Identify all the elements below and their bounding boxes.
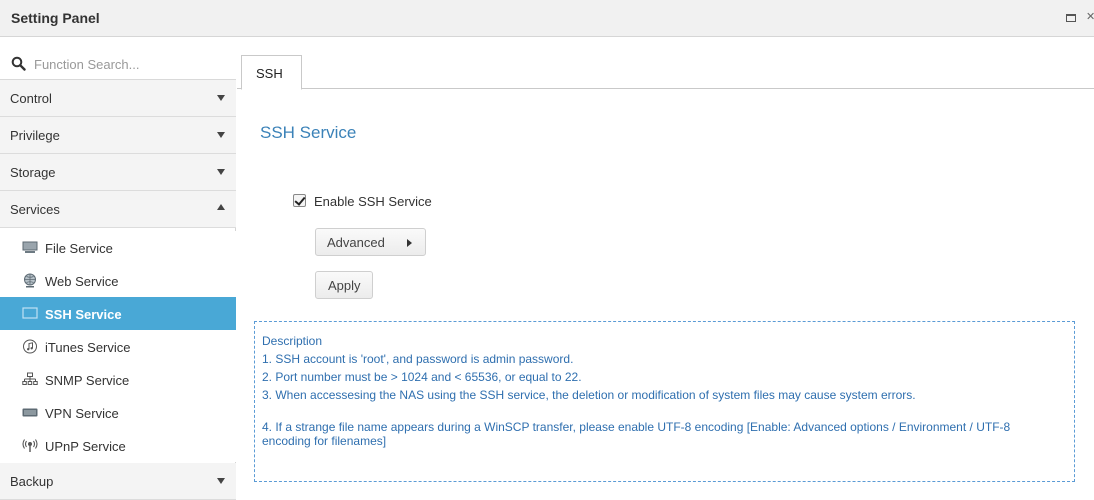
chevron-up-icon [217,204,225,210]
sidebar-item-label: Web Service [45,274,119,289]
section-title: SSH Service [260,123,357,142]
description-line: 1. SSH account is 'root', and password i… [262,352,574,366]
description-line: 2. Port number must be > 1024 and < 6553… [262,370,582,384]
chevron-down-icon [217,95,225,101]
caret-right-icon [407,239,412,247]
search-icon [11,56,26,71]
sidebar-item-ssh-service[interactable]: SSH Service [0,297,236,330]
upnp-icon [22,439,38,452]
enable-ssh-checkbox[interactable] [293,194,306,207]
apply-button-label: Apply [328,278,361,293]
sidebar-item-label: SSH Service [45,307,122,322]
sidebar-item-label: VPN Service [45,406,119,421]
chevron-down-icon [217,478,225,484]
vpn-icon [22,408,38,417]
chevron-down-icon [217,169,225,175]
sidebar: Control Privilege Storage Services File … [0,47,236,500]
search-input[interactable] [34,54,224,74]
description-heading: Description [262,334,323,348]
music-note-icon [23,339,37,354]
sidebar-category-storage[interactable]: Storage [0,154,236,191]
function-search [0,47,236,80]
description-line: 4. If a strange file name appears during… [262,420,1011,448]
enable-ssh-label: Enable SSH Service [314,194,432,209]
sidebar-category-label: Control [10,91,52,106]
chevron-down-icon [217,132,225,138]
network-tree-icon [22,372,38,385]
description-line: 3. When accessesing the NAS using the SS… [262,388,916,402]
terminal-icon [22,307,38,319]
window-title: Setting Panel [11,10,100,26]
sidebar-item-label: iTunes Service [45,340,131,355]
sidebar-item-file-service[interactable]: File Service [0,231,236,264]
tab-label: SSH [256,66,283,81]
apply-button[interactable]: Apply [315,271,373,299]
sidebar-item-label: UPnP Service [45,439,126,454]
tab-ssh[interactable]: SSH [241,55,302,90]
sidebar-category-label: Privilege [10,128,60,143]
sidebar-category-privilege[interactable]: Privilege [0,117,236,154]
sidebar-item-itunes-service[interactable]: iTunes Service [0,330,236,363]
sidebar-item-label: SNMP Service [45,373,130,388]
file-service-icon [22,241,38,253]
sidebar-item-vpn-service[interactable]: VPN Service [0,396,236,429]
sidebar-item-snmp-service[interactable]: SNMP Service [0,363,236,396]
sidebar-category-backup[interactable]: Backup [0,463,236,500]
maximize-icon[interactable] [1066,14,1076,22]
sidebar-category-services[interactable]: Services [0,191,236,228]
advanced-button-label: Advanced [327,235,385,250]
description-box: Description 1. SSH account is 'root', an… [254,321,1075,482]
sidebar-category-label: Backup [10,474,54,489]
tab-strip: SSH [237,47,1094,90]
advanced-button[interactable]: Advanced [315,228,426,256]
sidebar-category-control[interactable]: Control [0,80,236,117]
sidebar-item-upnp-service[interactable]: UPnP Service [0,429,236,462]
sidebar-category-label: Storage [10,165,56,180]
sidebar-item-web-service[interactable]: Web Service [0,264,236,297]
sidebar-category-label: Services [10,202,60,217]
sidebar-item-label: File Service [45,241,113,256]
globe-icon [24,273,36,288]
close-icon[interactable]: ✕ [1086,10,1094,23]
window-titlebar: Setting Panel ✕ [0,0,1094,37]
